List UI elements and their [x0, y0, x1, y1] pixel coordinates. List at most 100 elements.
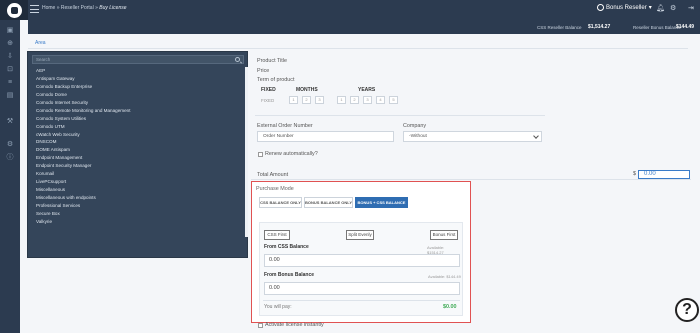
renew-checkbox[interactable] — [258, 152, 263, 157]
total-amount-input[interactable]: 0.00 — [638, 170, 690, 179]
term-year-option[interactable]: 2 — [350, 96, 359, 104]
activate-checkbox[interactable] — [258, 323, 263, 328]
category-item[interactable]: Secure Box — [32, 210, 244, 218]
category-item[interactable]: AEP — [32, 67, 244, 75]
user-name: Bonus Reseller — [606, 4, 647, 11]
product-title-label: Product Title — [257, 58, 287, 64]
divider — [263, 300, 460, 301]
category-item[interactable]: DNSCOM — [32, 138, 244, 146]
bonus-amount-input[interactable]: 0.00 — [264, 282, 460, 295]
years-header: YEARS — [358, 87, 376, 93]
category-item[interactable]: LivePCsupport — [32, 178, 244, 186]
term-year-option[interactable]: 4 — [376, 96, 385, 104]
download-icon[interactable]: ⇩ — [6, 53, 14, 61]
from-css-label: From CSS Balance — [264, 244, 309, 250]
category-item[interactable]: DOME Antispam — [32, 146, 244, 154]
term-month-option[interactable]: 2 — [302, 96, 311, 104]
term-month-option[interactable]: 3 — [315, 96, 324, 104]
term-year-option[interactable]: 5 — [389, 96, 398, 104]
total-amount-value: 0.00 — [644, 171, 656, 177]
breadcrumb: Home » Reseller Portal » Buy License — [42, 5, 127, 11]
category-item[interactable]: Comodo UTM — [32, 123, 244, 131]
company-select-value: -Without — [409, 134, 427, 139]
category-item[interactable]: Professional Services — [32, 202, 244, 210]
breadcrumb-current: Buy License — [99, 5, 127, 11]
company-label: Company — [403, 123, 427, 129]
category-item[interactable]: Valkyrie — [32, 218, 244, 226]
split-evenly-button[interactable]: Split Evenly — [346, 230, 374, 240]
css-amount-input[interactable]: 0.00 — [264, 254, 460, 267]
bonus-available-text: Available: $144.49 — [428, 274, 461, 279]
bonus-balance-value: $144.49 — [676, 24, 695, 30]
css-balance-label: CSS Reseller Balance — [537, 25, 582, 30]
category-search-placeholder: Search — [36, 57, 51, 62]
chevron-down-icon — [533, 133, 539, 139]
tab-area[interactable]: Area — [30, 39, 64, 48]
list-icon[interactable]: ≡ — [6, 79, 14, 87]
bell-icon[interactable]: 🔔︎ — [656, 4, 665, 12]
css-amount-value: 0.00 — [269, 257, 280, 263]
category-item[interactable]: Korumail — [32, 170, 244, 178]
add-icon[interactable]: ⊕ — [6, 40, 14, 48]
breadcrumb-separator: » — [95, 5, 98, 11]
term-fixed-option[interactable]: FIXED — [261, 98, 274, 103]
category-item[interactable]: Comodo Backup Enterprise — [32, 83, 244, 91]
dashboard-icon[interactable]: ▣ — [6, 27, 14, 35]
bonus-amount-value: 0.00 — [269, 285, 280, 291]
balance-split-panel: CSS First Split Evenly Bonus First From … — [259, 222, 463, 316]
user-menu[interactable]: Bonus Reseller ▾ — [597, 4, 652, 11]
category-panel: Search AEP Antispam Gateway Comodo Backup … — [27, 51, 248, 258]
breadcrumb-home[interactable]: Home — [42, 5, 55, 11]
caret-down-icon: ▾ — [648, 5, 652, 11]
category-item[interactable]: Comodo Internet Security — [32, 99, 244, 107]
category-item[interactable]: Endpoint Management — [32, 154, 244, 162]
purchase-mode-title: Purchase Mode — [256, 186, 294, 192]
top-navbar: Home » Reseller Portal » Buy License Bon… — [0, 0, 700, 20]
purchase-mode-panel: Purchase Mode CSS BALANCE ONLY BONUS BAL… — [251, 181, 471, 323]
category-item[interactable]: Comodo Remote Monitoring and Management — [32, 107, 244, 115]
category-item[interactable]: Antispam Gateway — [32, 75, 244, 83]
currency-symbol: $ — [633, 171, 636, 177]
balance-bar: CSS Reseller Balance $1,514.27 Reseller … — [28, 20, 700, 34]
term-month-option[interactable]: 1 — [289, 96, 298, 104]
activate-label: Activate license instantly — [265, 322, 324, 328]
category-item[interactable]: Endpoint Security Manager — [32, 162, 244, 170]
bonus-first-button[interactable]: Bonus First — [430, 230, 458, 240]
category-item[interactable]: Comodo System Utilities — [32, 115, 244, 123]
divider — [251, 179, 691, 180]
info-icon[interactable]: ⓘ — [6, 154, 14, 162]
company-select[interactable]: -Without — [403, 131, 542, 142]
divider — [255, 115, 545, 116]
category-item[interactable]: Miscellaneous — [32, 186, 244, 194]
logout-icon[interactable]: ⇥ — [688, 4, 694, 12]
category-item[interactable]: cWatch Web Security — [32, 131, 244, 139]
bonus-balance-only-button[interactable]: BONUS BALANCE ONLY — [304, 197, 353, 208]
wrench-icon[interactable]: ⚒ — [6, 118, 14, 126]
menu-toggle-icon[interactable] — [30, 5, 39, 13]
search-icon — [235, 57, 240, 62]
settings-icon[interactable]: ⚙ — [6, 141, 14, 149]
breadcrumb-reseller-portal[interactable]: Reseller Portal — [61, 5, 94, 11]
tab-divider — [28, 48, 688, 49]
external-order-label: External Order Number — [257, 123, 313, 129]
bonus-balance-label: Reseller Bonus Balance — [633, 25, 682, 30]
term-label: Term of product — [257, 77, 295, 83]
lock-icon[interactable]: ⊡ — [6, 66, 14, 74]
renew-label: Renew automatically? — [265, 151, 318, 157]
term-year-option[interactable]: 3 — [363, 96, 372, 104]
css-first-button[interactable]: CSS First — [264, 230, 290, 240]
external-order-input[interactable]: Order Number — [257, 131, 394, 142]
app-logo[interactable] — [0, 0, 28, 20]
help-button[interactable]: ? — [675, 298, 699, 322]
category-scrollbar[interactable] — [245, 67, 248, 237]
category-item[interactable]: Comodo Dome — [32, 91, 244, 99]
category-search-input[interactable]: Search — [32, 55, 244, 64]
months-header: MONTHS — [296, 87, 318, 93]
gear-icon[interactable]: ⚙ — [670, 4, 676, 12]
external-order-placeholder: Order Number — [263, 134, 294, 139]
folder-icon[interactable]: ▤ — [6, 92, 14, 100]
term-year-option[interactable]: 1 — [337, 96, 346, 104]
category-item[interactable]: Miscellaneous with endpoints — [32, 194, 244, 202]
bonus-css-balance-button[interactable]: BONUS + CSS BALANCE — [355, 197, 408, 208]
css-balance-only-button[interactable]: CSS BALANCE ONLY — [259, 197, 302, 208]
